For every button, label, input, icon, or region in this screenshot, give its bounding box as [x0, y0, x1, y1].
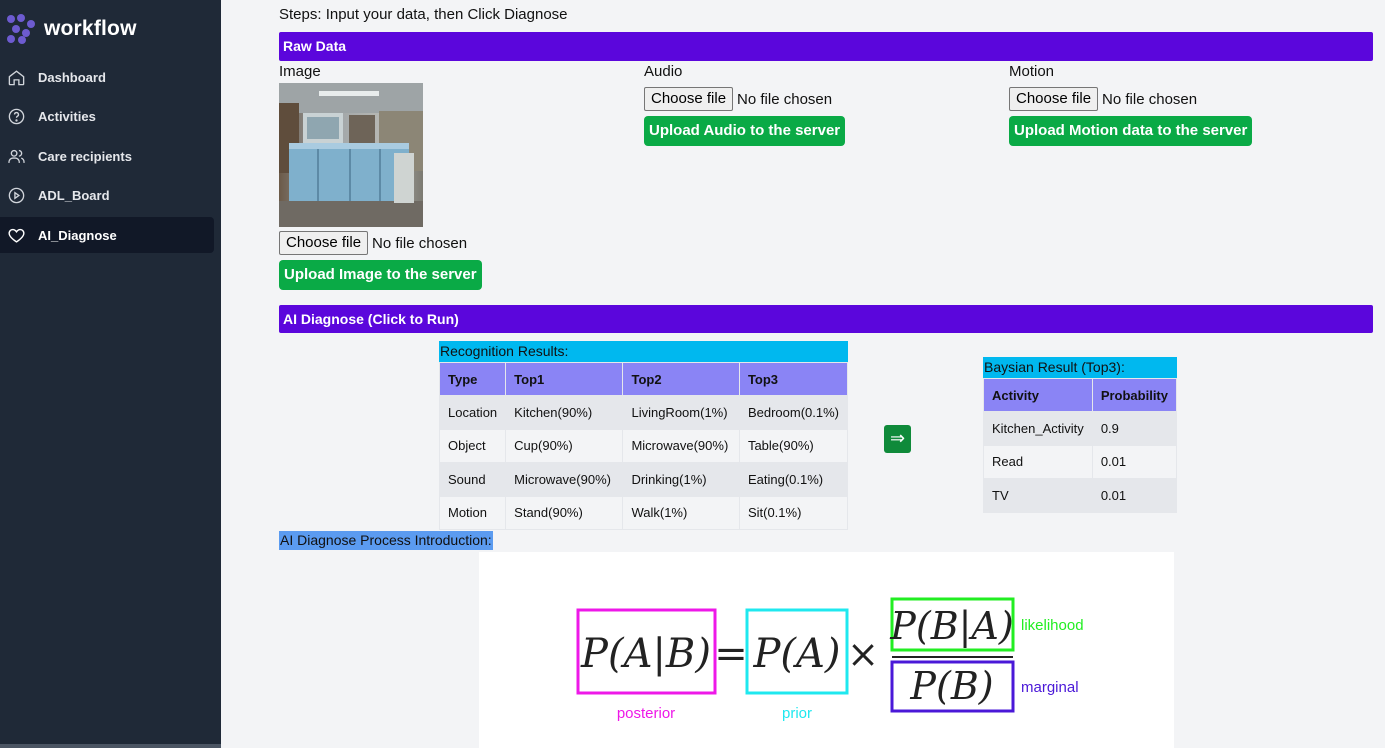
table-row: Read 0.01 — [983, 444, 1178, 479]
table-cell: LivingRoom(1%) — [622, 395, 740, 430]
uploaded-image-preview — [279, 83, 423, 227]
table-cell: TV — [983, 478, 1093, 513]
table-cell: 0.01 — [1091, 444, 1178, 479]
table-cell: Eating(0.1%) — [738, 462, 849, 497]
column-header: Top1 — [505, 362, 624, 396]
sidebar-item-label: Activities — [38, 109, 96, 124]
upload-image-button[interactable]: Upload Image to the server — [279, 260, 482, 290]
bayes-formula-figure: P(A|B) posterior = P(A) prior × P(B|A) l… — [479, 552, 1174, 748]
workflow-logo-icon — [6, 14, 36, 44]
intro-label: AI Diagnose Process Introduction: — [279, 531, 493, 550]
sidebar-item-adl-board[interactable]: ADL_Board — [0, 178, 221, 214]
table-row: Location Kitchen(90%) LivingRoom(1%) Bed… — [438, 395, 849, 430]
sidebar-item-label: ADL_Board — [38, 188, 110, 203]
times-sign: × — [847, 632, 879, 676]
table-cell: Sound — [438, 462, 507, 497]
column-header: Activity — [983, 378, 1093, 412]
recognition-results-title: Recognition Results: — [439, 341, 848, 362]
brand-name: workflow — [44, 17, 137, 40]
sidebar-item-label: AI_Diagnose — [38, 227, 117, 243]
sidebar-item-label: Dashboard — [38, 69, 106, 85]
table-cell: Cup(90%) — [505, 428, 624, 463]
audio-choose-file-button[interactable]: Choose file — [644, 87, 734, 111]
table-cell: Drinking(1%) — [622, 462, 740, 497]
prior-caption: prior — [782, 705, 812, 722]
upload-motion-button[interactable]: Upload Motion data to the server — [1009, 116, 1253, 146]
users-icon — [6, 146, 26, 166]
sidebar-item-ai-diagnose[interactable]: AI_Diagnose — [0, 217, 214, 253]
audio-file-input: Choose file No file chosen — [644, 87, 832, 111]
table-cell: Bedroom(0.1%) — [738, 395, 849, 430]
question-circle-icon — [6, 107, 26, 127]
table-row: Kitchen_Activity 0.9 — [983, 411, 1178, 446]
table-cell: Stand(90%) — [505, 495, 624, 530]
heart-icon — [6, 225, 26, 245]
ai-diagnose-run-button[interactable]: AI Diagnose (Click to Run) — [279, 305, 1373, 333]
table-cell: Motion — [438, 495, 507, 530]
table-cell: Object — [438, 428, 507, 463]
column-header: Probability — [1091, 378, 1178, 412]
table-row: Motion Stand(90%) Walk(1%) Sit(0.1%) — [438, 495, 849, 530]
image-choose-file-button[interactable]: Choose file — [279, 231, 369, 255]
column-header: Top2 — [622, 362, 740, 396]
posterior-caption: posterior — [617, 705, 675, 722]
sidebar-nav: Dashboard Activities Care recipients ADL… — [0, 59, 221, 257]
equals-sign: = — [714, 631, 748, 677]
marginal-caption: marginal — [1021, 679, 1079, 696]
table-cell: 0.01 — [1091, 478, 1178, 513]
likelihood-expression: P(B|A) — [889, 604, 1013, 648]
sidebar-item-dashboard[interactable]: Dashboard — [0, 59, 221, 95]
table-row: Object Cup(90%) Microwave(90%) Table(90%… — [438, 428, 849, 463]
image-file-input: Choose file No file chosen — [279, 231, 467, 255]
motion-choose-file-button[interactable]: Choose file — [1009, 87, 1099, 111]
table-cell: Location — [438, 395, 507, 430]
table-row: TV 0.01 — [983, 478, 1178, 513]
marginal-expression: P(B) — [909, 664, 993, 708]
motion-file-input: Choose file No file chosen — [1009, 87, 1197, 111]
bayesian-result-table: Activity Probability Kitchen_Activity 0.… — [983, 378, 1178, 513]
table-cell: Microwave(90%) — [505, 462, 624, 497]
prior-expression: P(A) — [752, 631, 840, 677]
audio-label: Audio — [644, 63, 683, 80]
sidebar-scrollbar[interactable] — [0, 744, 221, 748]
run-bayesian-arrow-button[interactable]: ⇒ — [884, 425, 911, 453]
home-icon — [6, 67, 26, 87]
sidebar-item-activities[interactable]: Activities — [0, 99, 221, 135]
table-cell: Read — [983, 444, 1093, 479]
brand[interactable]: workflow — [6, 14, 137, 44]
table-cell: Kitchen(90%) — [505, 395, 624, 430]
column-header: Type — [438, 362, 507, 396]
likelihood-caption: likelihood — [1021, 617, 1084, 634]
table-row: Sound Microwave(90%) Drinking(1%) Eating… — [438, 462, 849, 497]
table-cell: Microwave(90%) — [622, 428, 740, 463]
image-file-status: No file chosen — [372, 234, 468, 252]
audio-file-status: No file chosen — [737, 90, 833, 108]
table-cell: Sit(0.1%) — [738, 495, 849, 530]
steps-instructions: Steps: Input your data, then Click Diagn… — [279, 6, 568, 23]
sidebar-item-care-recipients[interactable]: Care recipients — [0, 138, 221, 174]
table-cell: Walk(1%) — [622, 495, 740, 530]
recognition-results-table: Type Top1 Top2 Top3 Location Kitchen(90%… — [438, 362, 849, 530]
table-cell: 0.9 — [1091, 411, 1178, 446]
image-label: Image — [279, 63, 321, 80]
raw-data-header: Raw Data — [279, 32, 1373, 61]
sidebar-item-label: Care recipients — [38, 148, 132, 164]
posterior-expression: P(A|B) — [580, 631, 711, 677]
sidebar: workflow Dashboard Activities Care recip… — [0, 0, 221, 748]
upload-audio-button[interactable]: Upload Audio to the server — [644, 116, 846, 146]
table-cell: Table(90%) — [738, 428, 849, 463]
play-circle-icon — [6, 186, 26, 206]
table-cell: Kitchen_Activity — [983, 411, 1093, 446]
bayesian-result-title: Baysian Result (Top3): — [983, 357, 1177, 378]
motion-label: Motion — [1009, 63, 1055, 80]
motion-file-status: No file chosen — [1102, 90, 1198, 108]
column-header: Top3 — [738, 362, 849, 396]
